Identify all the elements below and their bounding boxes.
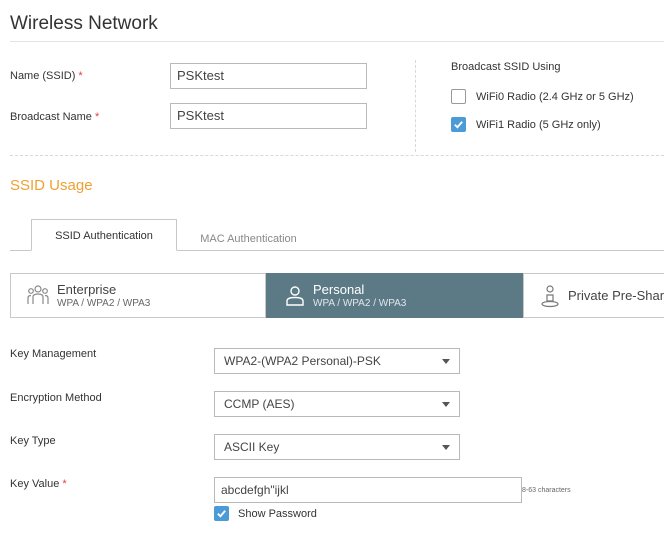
ssid-usage-title: SSID Usage xyxy=(10,177,93,194)
key-user-icon xyxy=(541,284,559,307)
auth-type-personal[interactable]: Personal WPA / WPA2 / WPA3 xyxy=(266,273,523,318)
chevron-down-icon xyxy=(442,402,450,407)
encryption-method-value: CCMP (AES) xyxy=(224,397,295,411)
name-ssid-input[interactable]: PSKtest xyxy=(170,63,367,89)
broadcast-name-label: Broadcast Name * xyxy=(10,111,100,123)
key-value-label: Key Value * xyxy=(10,478,67,490)
key-value-input[interactable]: abcdefgh"ijkl xyxy=(214,477,522,503)
checkmark-icon xyxy=(454,121,463,129)
wifi1-label: WiFi1 Radio (5 GHz only) xyxy=(476,118,601,131)
key-management-value: WPA2-(WPA2 Personal)-PSK xyxy=(224,354,381,368)
section-divider xyxy=(10,155,664,156)
enterprise-label: Enterprise xyxy=(57,281,117,297)
show-password-label: Show Password xyxy=(238,507,317,520)
wifi0-label: WiFi0 Radio (2.4 GHz or 5 GHz) xyxy=(476,90,634,103)
users-icon xyxy=(27,284,49,304)
name-ssid-label: Name (SSID) * xyxy=(10,70,83,82)
checkmark-icon xyxy=(217,510,226,518)
key-management-label: Key Management xyxy=(10,348,97,360)
encryption-method-select[interactable]: CCMP (AES) xyxy=(214,391,460,417)
broadcast-name-input[interactable]: PSKtest xyxy=(170,103,367,129)
title-divider xyxy=(10,41,664,42)
tab-mac-authentication[interactable]: MAC Authentication xyxy=(177,223,320,255)
encryption-method-label: Encryption Method xyxy=(10,392,102,404)
broadcast-using-title: Broadcast SSID Using xyxy=(451,61,561,73)
key-management-select[interactable]: WPA2-(WPA2 Personal)-PSK xyxy=(214,348,460,374)
wifi1-option[interactable]: WiFi1 Radio (5 GHz only) xyxy=(451,117,601,132)
wifi0-checkbox[interactable] xyxy=(451,89,466,104)
auth-type-enterprise[interactable]: Enterprise WPA / WPA2 / WPA3 xyxy=(10,273,266,318)
user-icon xyxy=(286,285,304,306)
show-password-checkbox[interactable] xyxy=(214,506,229,521)
key-type-value: ASCII Key xyxy=(224,440,280,454)
tab-ssid-authentication[interactable]: SSID Authentication xyxy=(31,219,177,251)
key-type-label: Key Type xyxy=(10,435,56,447)
auth-type-private-psk[interactable]: Private Pre-Shar xyxy=(523,273,664,318)
personal-sub: WPA / WPA2 / WPA3 xyxy=(313,297,407,309)
key-type-select[interactable]: ASCII Key xyxy=(214,434,460,460)
enterprise-sub: WPA / WPA2 / WPA3 xyxy=(57,297,151,309)
vertical-divider xyxy=(415,60,416,152)
key-value-hint: 8-63 characters xyxy=(522,487,571,494)
show-password-option[interactable]: Show Password xyxy=(214,506,317,521)
wifi1-checkbox[interactable] xyxy=(451,117,466,132)
wifi0-option[interactable]: WiFi0 Radio (2.4 GHz or 5 GHz) xyxy=(451,89,634,104)
page-title: Wireless Network xyxy=(10,13,158,34)
chevron-down-icon xyxy=(442,445,450,450)
chevron-down-icon xyxy=(442,359,450,364)
private-psk-label: Private Pre-Shar xyxy=(568,288,664,303)
personal-label: Personal xyxy=(313,281,365,297)
